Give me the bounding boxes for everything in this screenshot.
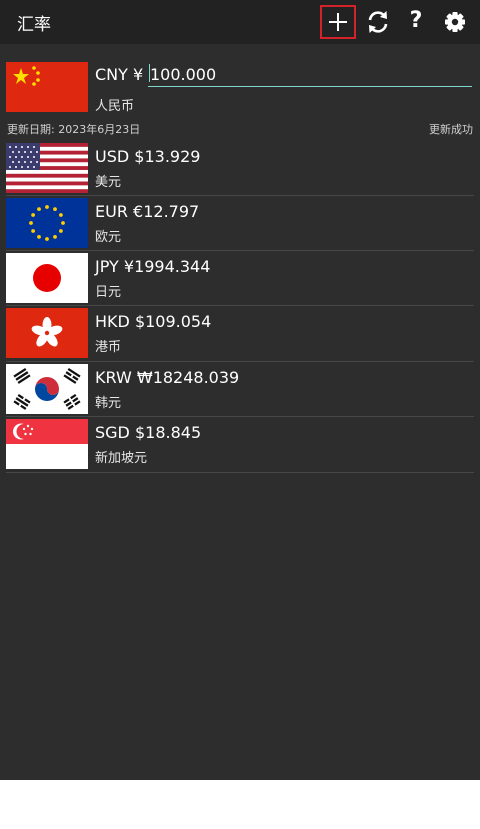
- currency-rate: KRW ₩18248.039: [95, 368, 240, 387]
- eu-flag: [6, 198, 88, 248]
- currency-name: 港币: [95, 340, 122, 355]
- refresh-button[interactable]: [360, 5, 396, 39]
- help-button[interactable]: ?: [398, 5, 434, 39]
- action-bar: 汇率 ?: [0, 0, 480, 44]
- add-currency-button[interactable]: [320, 5, 356, 39]
- base-amount-input[interactable]: [148, 62, 472, 87]
- currency-name: 韩元: [95, 396, 122, 411]
- currency-row-krw[interactable]: KRW ₩18248.039 韩元: [0, 362, 480, 418]
- cn-flag: [6, 62, 88, 112]
- currency-row-hkd[interactable]: HKD $109.054 港币: [0, 306, 480, 362]
- gear-icon: [445, 12, 465, 32]
- base-currency-code: CNY ¥: [95, 65, 144, 84]
- update-date: 更新日期: 2023年6月23日: [7, 123, 141, 136]
- app-root: 汇率 ? CNY ¥ 100.000 人民币 更新日期: 2023年6月23日 …: [0, 0, 480, 780]
- currency-rate: EUR €12.797: [95, 202, 200, 221]
- hk-flag: [6, 308, 88, 358]
- sg-flag: [6, 419, 88, 469]
- currency-rate: USD $13.929: [95, 147, 201, 166]
- refresh-icon: [368, 11, 388, 33]
- currency-row-usd[interactable]: USD $13.929 美元: [0, 141, 480, 197]
- currency-rate: HKD $109.054: [95, 312, 212, 331]
- bottom-area: [0, 780, 480, 829]
- settings-button[interactable]: [437, 5, 473, 39]
- help-icon: ?: [409, 8, 423, 33]
- base-currency-row[interactable]: CNY ¥ 人民币: [0, 58, 480, 118]
- base-currency-name: 人民币: [95, 99, 135, 114]
- us-flag: [6, 143, 88, 193]
- text-cursor: [149, 64, 150, 82]
- plus-icon: [329, 13, 347, 31]
- jp-flag: [6, 253, 88, 303]
- currency-row-eur[interactable]: EUR €12.797 欧元: [0, 196, 480, 252]
- currency-rate: SGD $18.845: [95, 423, 202, 442]
- currency-name: 欧元: [95, 230, 122, 245]
- currency-name: 日元: [95, 285, 122, 300]
- currency-row-jpy[interactable]: JPY ¥1994.344 日元: [0, 251, 480, 307]
- divider: [6, 472, 474, 473]
- currency-rate: JPY ¥1994.344: [95, 257, 211, 276]
- update-status: 更新成功: [429, 123, 473, 136]
- currency-name: 新加坡元: [95, 451, 148, 466]
- currency-row-sgd[interactable]: SGD $18.845 新加坡元: [0, 417, 480, 473]
- app-title: 汇率: [17, 15, 51, 35]
- kr-flag: [6, 364, 88, 414]
- currency-name: 美元: [95, 175, 122, 190]
